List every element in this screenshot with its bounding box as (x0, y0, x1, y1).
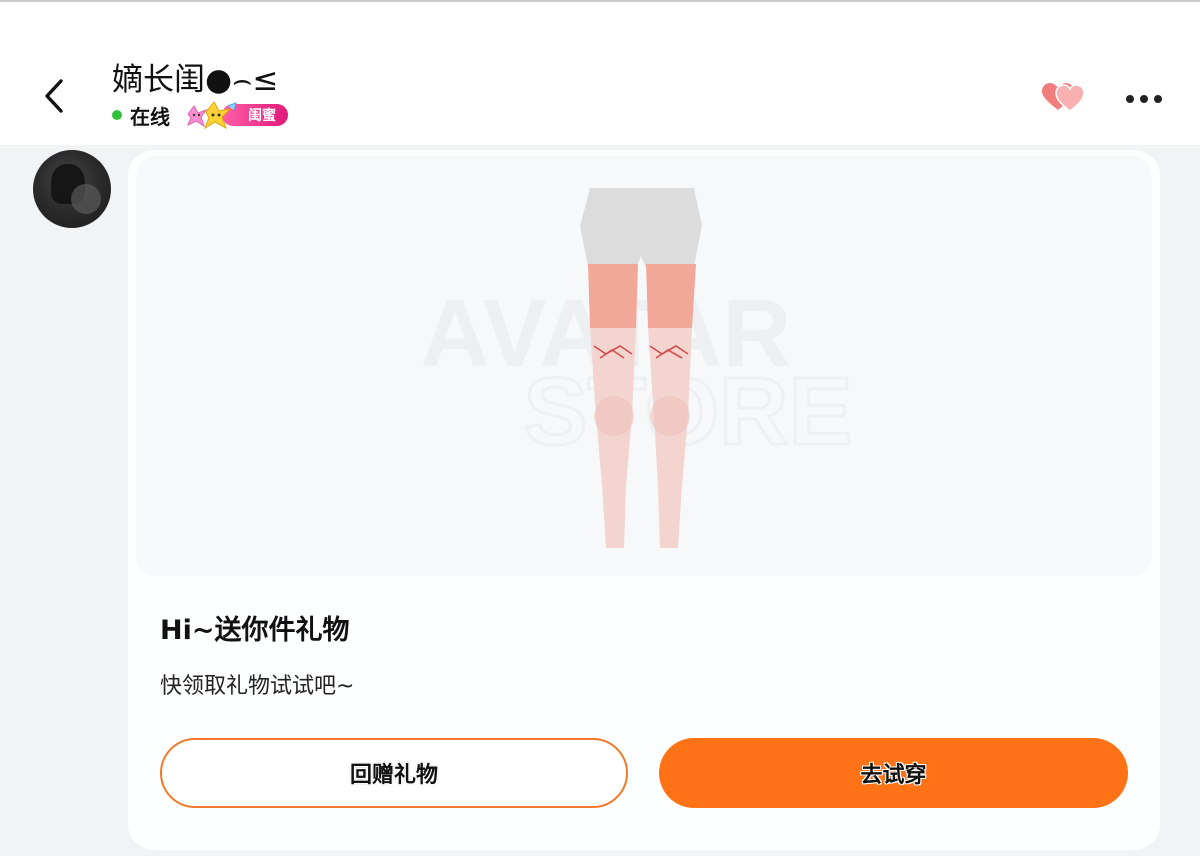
more-dot-1 (1126, 95, 1134, 103)
gift-title: Hi~送你件礼物 (160, 615, 350, 646)
more-dot-2 (1140, 95, 1148, 103)
gift-image[interactable]: AVATAR STORE (136, 156, 1152, 576)
return-gift-button[interactable]: 回赠礼物 (160, 738, 628, 808)
chevron-left-icon (45, 79, 63, 113)
try-on-button[interactable]: 去试穿 (659, 738, 1128, 808)
more-options-button[interactable] (1122, 84, 1166, 114)
sender-avatar[interactable] (33, 150, 111, 228)
back-button[interactable] (36, 76, 72, 116)
bff-badge[interactable]: 闺蜜 (184, 100, 290, 130)
star-friends-icon (187, 101, 237, 130)
chat-header: 嫡长闺●⌢≤ 在线 闺蜜 (0, 2, 1200, 145)
gift-message-card: AVATAR STORE Hi~送你件礼物 快领取礼物试试吧~ 回赠礼物 去试穿 (128, 150, 1160, 850)
online-status: 在线 (130, 104, 170, 129)
double-heart-icon (1042, 83, 1085, 112)
avatar-figure-secondary (71, 184, 101, 214)
intimacy-hearts-button[interactable] (1040, 80, 1090, 116)
status-row: 在线 闺蜜 (112, 100, 290, 130)
gift-subtitle: 快领取礼物试试吧~ (160, 674, 355, 699)
more-dot-3 (1154, 95, 1162, 103)
chat-title: 嫡长闺●⌢≤ (112, 62, 279, 98)
online-indicator (112, 110, 122, 120)
chat-title-block: 嫡长闺●⌢≤ 在线 闺蜜 (112, 60, 290, 130)
product-stockings-image (580, 188, 702, 548)
